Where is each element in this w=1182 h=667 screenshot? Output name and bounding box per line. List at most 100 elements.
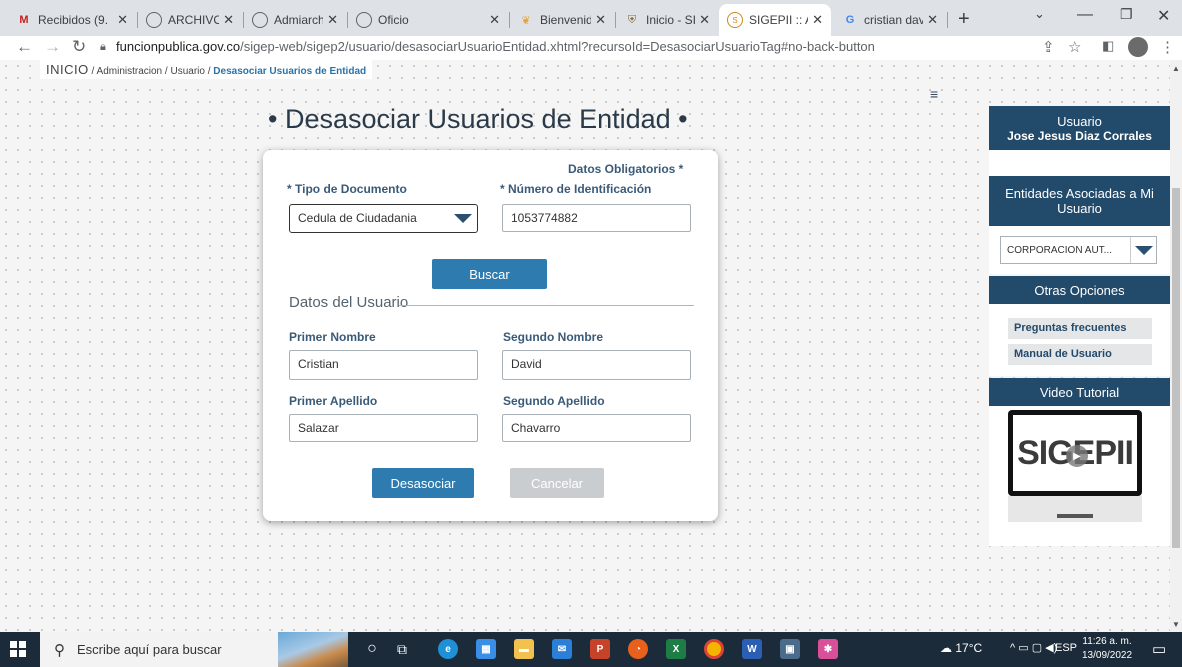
powerpoint-icon[interactable]: P bbox=[590, 639, 610, 659]
browser-tab[interactable]: G cristian david ✕ bbox=[834, 4, 946, 36]
faq-link[interactable]: Preguntas frecuentes bbox=[1008, 318, 1152, 339]
close-tab-icon[interactable]: ✕ bbox=[812, 12, 823, 28]
search-button[interactable]: Buscar bbox=[432, 259, 547, 289]
sidebar-user-heading: Usuario bbox=[1057, 113, 1102, 129]
second-name-input[interactable]: David bbox=[502, 350, 691, 380]
reload-icon[interactable]: ↻ bbox=[72, 37, 86, 57]
search-highlight-image bbox=[278, 632, 348, 667]
close-tab-icon[interactable]: ✕ bbox=[699, 12, 710, 28]
bookmark-star-icon[interactable]: ☆ bbox=[1068, 38, 1081, 56]
lock-icon[interactable]: 🔒︎ bbox=[100, 41, 106, 54]
id-number-input[interactable]: 1053774882 bbox=[502, 204, 691, 232]
restore-icon[interactable]: ❐ bbox=[1120, 6, 1133, 23]
paint-icon[interactable]: ✱ bbox=[818, 639, 838, 659]
sidebar-entities-heading: Entidades Asociadas a Mi Usuario bbox=[989, 176, 1170, 226]
tray-chevron-icon[interactable]: ^ bbox=[1010, 642, 1015, 654]
share-icon[interactable]: ⇪ bbox=[1042, 38, 1055, 56]
doc-type-select[interactable]: Cedula de Ciudadania bbox=[289, 204, 478, 233]
first-surname-input[interactable]: Salazar bbox=[289, 414, 478, 442]
breadcrumb-user[interactable]: Usuario bbox=[170, 66, 204, 77]
mail-icon[interactable]: ✉ bbox=[552, 639, 572, 659]
edge-icon[interactable]: e bbox=[438, 639, 458, 659]
cancel-button[interactable]: Cancelar bbox=[510, 468, 604, 498]
dropdown-arrow-icon bbox=[449, 205, 477, 231]
back-arrow-icon[interactable]: ← bbox=[16, 37, 33, 57]
sidebar-options-body bbox=[989, 304, 1170, 376]
second-surname-input[interactable]: Chavarro bbox=[502, 414, 691, 442]
firefox-icon[interactable]: ◔ bbox=[628, 639, 648, 659]
close-window-icon[interactable]: ✕ bbox=[1157, 6, 1170, 26]
google-icon: G bbox=[845, 14, 855, 26]
windows-taskbar: ⚲ Escribe aquí para buscar ○ ⧉ e ▦ ▬ ✉ P… bbox=[0, 632, 1182, 667]
scroll-down-icon[interactable]: ▼ bbox=[1172, 620, 1180, 629]
hamburger-menu-icon[interactable]: ≡ bbox=[930, 86, 938, 102]
first-surname-label: Primer Apellido bbox=[289, 394, 378, 408]
image-viewer-icon[interactable]: ▣ bbox=[780, 639, 800, 659]
excel-icon[interactable]: X bbox=[666, 639, 686, 659]
browser-tab[interactable]: Oficio ✕ bbox=[348, 4, 508, 36]
user-manual-link[interactable]: Manual de Usuario bbox=[1008, 344, 1152, 365]
browser-tab[interactable]: ❦ Bienvenido a ✕ bbox=[510, 4, 614, 36]
monitor-chin bbox=[1008, 496, 1142, 522]
system-tray[interactable]: ^ ▭ ▢ ◀) bbox=[1010, 641, 1057, 654]
scrollbar-thumb[interactable] bbox=[1172, 188, 1180, 548]
first-name-input[interactable]: Cristian bbox=[289, 350, 478, 380]
play-icon[interactable]: ▶ bbox=[1066, 445, 1088, 467]
user-data-section-title: Datos del Usuario bbox=[289, 294, 411, 311]
required-note: Datos Obligatorios * bbox=[568, 162, 684, 176]
forward-arrow-icon[interactable]: → bbox=[44, 37, 61, 57]
close-tab-icon[interactable]: ✕ bbox=[327, 12, 338, 28]
form-card: Datos Obligatorios * * Tipo de Documento… bbox=[263, 150, 718, 521]
close-tab-icon[interactable]: ✕ bbox=[927, 12, 938, 28]
sidebar-user-panel: Usuario Jose Jesus Diaz Corrales bbox=[989, 106, 1170, 150]
breadcrumb-home[interactable]: INICIO bbox=[46, 62, 89, 77]
video-tutorial-thumbnail[interactable]: SIGEPII ▶ bbox=[989, 406, 1170, 546]
browser-tab[interactable]: ⛨ Inicio - SIGEP ✕ bbox=[616, 4, 718, 36]
sidebar-spacer bbox=[989, 150, 1170, 176]
taskbar-search-box[interactable]: ⚲ Escribe aquí para buscar bbox=[40, 632, 280, 667]
monitor-stand bbox=[1057, 514, 1093, 518]
new-tab-plus-icon[interactable]: + bbox=[958, 8, 970, 31]
breadcrumb-admin[interactable]: Administracion bbox=[97, 66, 163, 77]
globe-icon bbox=[252, 12, 268, 28]
close-tab-icon[interactable]: ✕ bbox=[223, 12, 234, 28]
taskbar-clock[interactable]: 11:26 a. m. 13/09/2022 bbox=[1082, 635, 1132, 663]
windows-start-icon[interactable] bbox=[10, 641, 26, 662]
input-language[interactable]: ESP bbox=[1055, 642, 1077, 654]
browser-tab[interactable]: Admiarchi ✕ bbox=[244, 4, 346, 36]
store-icon[interactable]: ▦ bbox=[476, 639, 496, 659]
close-tab-icon[interactable]: ✕ bbox=[117, 12, 128, 28]
breadcrumb: INICIO / Administracion / Usuario / Desa… bbox=[40, 60, 373, 79]
notification-icon[interactable]: ▭ bbox=[1152, 640, 1166, 658]
cortana-icon[interactable]: ○ bbox=[362, 639, 382, 659]
sidebar-video-heading: Video Tutorial bbox=[989, 378, 1170, 406]
close-tab-icon[interactable]: ✕ bbox=[489, 12, 500, 28]
battery-icon[interactable]: ▭ bbox=[1018, 642, 1028, 654]
page-scrollbar[interactable]: ▲ ▼ bbox=[1170, 60, 1182, 632]
first-name-label: Primer Nombre bbox=[289, 330, 376, 344]
browser-tab-active[interactable]: S SIGEPII :: Adr ✕ bbox=[719, 4, 831, 36]
address-bar[interactable]: funcionpublica.gov.co/sigep-web/sigep2/u… bbox=[116, 39, 875, 54]
sigep-icon: S bbox=[727, 12, 743, 28]
disassociate-button[interactable]: Desasociar bbox=[372, 468, 474, 498]
kebab-menu-icon[interactable]: ⋮ bbox=[1160, 38, 1175, 56]
file-explorer-icon[interactable]: ▬ bbox=[514, 639, 534, 659]
sidebar-user-name: Jose Jesus Diaz Corrales bbox=[1007, 128, 1152, 143]
minimize-icon[interactable]: — bbox=[1077, 6, 1093, 24]
profile-avatar[interactable] bbox=[1128, 37, 1148, 57]
scroll-up-icon[interactable]: ▲ bbox=[1172, 64, 1180, 73]
close-tab-icon[interactable]: ✕ bbox=[595, 12, 606, 28]
word-icon[interactable]: W bbox=[742, 639, 762, 659]
monitor-frame: SIGEPII ▶ bbox=[1008, 410, 1142, 496]
weather-widget[interactable]: ☁ 17°C bbox=[940, 641, 982, 655]
tab-search-chevron-icon[interactable]: ⌄ bbox=[1034, 6, 1045, 22]
chrome-icon[interactable] bbox=[704, 639, 724, 659]
search-icon: ⚲ bbox=[54, 641, 65, 659]
task-view-icon[interactable]: ⧉ bbox=[392, 639, 412, 659]
entity-select[interactable]: CORPORACION AUT... bbox=[1000, 236, 1157, 264]
browser-tab[interactable]: M Recibidos (9. ✕ bbox=[8, 4, 136, 36]
browser-tab[interactable]: ARCHIVO DC ✕ bbox=[138, 4, 242, 36]
network-icon[interactable]: ▢ bbox=[1032, 642, 1042, 654]
second-surname-label: Segundo Apellido bbox=[503, 394, 605, 408]
side-panel-icon[interactable]: ◧ bbox=[1102, 38, 1114, 54]
